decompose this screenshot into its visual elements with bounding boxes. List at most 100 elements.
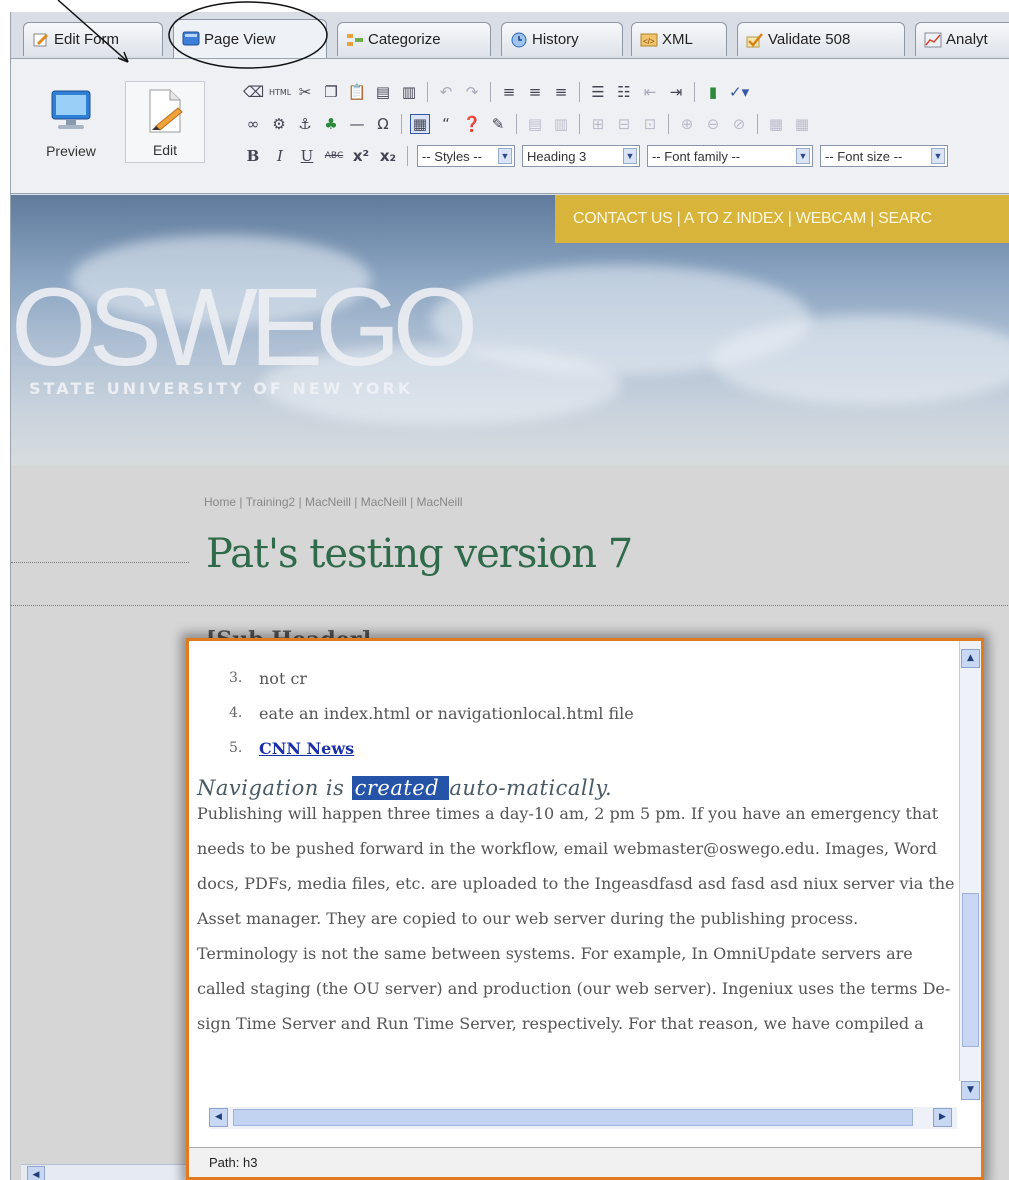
separator [516, 114, 517, 134]
tab-validate-508[interactable]: Validate 508 [737, 22, 905, 56]
cell-props-icon: ⊞ [591, 115, 605, 133]
align-left-icon[interactable]: ≡ [499, 83, 519, 101]
link-icon[interactable]: ∞ [243, 115, 263, 133]
editor-horizontal-scrollbar[interactable]: ◀ ▶ [209, 1107, 957, 1129]
scroll-up-icon[interactable]: ▲ [961, 649, 980, 668]
separator [407, 146, 408, 166]
tab-categorize[interactable]: Categorize [337, 22, 491, 56]
copy-icon[interactable]: ❐ [321, 83, 341, 101]
blockquote-icon[interactable]: “ [436, 115, 456, 133]
styles-value: -- Styles -- [422, 148, 482, 164]
media-icon[interactable]: ▮ [703, 83, 723, 101]
indent-icon[interactable]: ⇥ [666, 83, 686, 101]
paste-word-icon[interactable]: ▥ [399, 83, 419, 101]
image-icon[interactable]: ♣ [321, 115, 341, 133]
spellcheck-icon[interactable]: ✓▾ [729, 83, 749, 101]
page-horizontal-scrollbar[interactable]: ◀ [21, 1164, 197, 1180]
cnn-news-link[interactable]: CNN News [259, 739, 354, 758]
edit-document-icon [149, 89, 183, 133]
styles-select[interactable]: -- Styles -- ▼ [417, 145, 515, 167]
font-family-select[interactable]: -- Font family -- ▼ [647, 145, 813, 167]
editor-body[interactable]: 3. not cr 4. eate an index.html or navigat… [189, 641, 961, 1081]
help-icon[interactable]: ❓ [462, 115, 482, 133]
list-number: 5. [229, 740, 243, 756]
edit-label: Edit [152, 142, 178, 158]
ordered-list: 3. not cr 4. eate an index.html or navigat… [189, 661, 961, 766]
cut-icon[interactable]: ✂ [295, 83, 315, 101]
table-row-icon: ▤ [527, 115, 543, 133]
tab-xml[interactable]: </> XML [631, 22, 727, 56]
tab-analytics[interactable]: Analyt [915, 22, 1009, 56]
site-logo[interactable]: OSWEGO [11, 273, 478, 383]
utility-links[interactable]: CONTACT US | A TO Z INDEX | WEBCAM | SEA… [555, 195, 1009, 243]
page-title: Pat's testing version 7 [206, 531, 633, 577]
italic-icon[interactable]: I [270, 147, 290, 165]
tab-history[interactable]: History [501, 22, 623, 56]
scroll-left-icon[interactable]: ◀ [209, 1108, 228, 1127]
underline-icon[interactable]: U [297, 147, 317, 165]
list-item[interactable]: 5. CNN News [189, 731, 961, 766]
undo-icon[interactable]: ↶ [436, 83, 456, 101]
editor-vertical-scrollbar[interactable]: ▲ ▼ [959, 641, 981, 1100]
superscript-icon[interactable]: x² [351, 147, 371, 165]
body-paragraph[interactable]: Publishing will happen three times a day… [189, 796, 961, 1041]
bullet-list-icon[interactable]: ☷ [614, 83, 634, 101]
edit-source-icon[interactable]: ✎ [488, 115, 508, 133]
tab-label: Validate 508 [768, 31, 851, 48]
toolbar-row-1: ⌫ HTML ✂ ❐ 📋 ▤ ▥ ↶ ↷ ≡ ≡ ≡ ☰ ☷ ⇤ ⇥ ▮ ✓▾ [243, 79, 749, 105]
strikethrough-icon[interactable]: ABC [324, 151, 344, 161]
eraser-icon[interactable]: ⌫ [243, 83, 264, 101]
categorize-icon [347, 33, 363, 46]
paste-text-icon[interactable]: ▤ [373, 83, 393, 101]
scroll-down-icon[interactable]: ▼ [961, 1081, 980, 1100]
tab-label: Page View [204, 30, 276, 48]
subscript-icon[interactable]: x₂ [378, 147, 398, 165]
redo-icon[interactable]: ↷ [462, 83, 482, 101]
font-family-value: -- Font family -- [652, 148, 741, 164]
tab-page-view[interactable]: Page View [173, 19, 327, 58]
chart-icon [924, 32, 942, 47]
list-item[interactable]: 3. not cr [189, 661, 961, 696]
tab-edit-form[interactable]: Edit Form [23, 22, 163, 56]
cloud-shape [711, 315, 1009, 405]
list-item[interactable]: 4. eate an index.html or navigationlocal.… [189, 696, 961, 731]
heading-select[interactable]: Heading 3 ▼ [522, 145, 640, 167]
rich-text-editor[interactable]: 3. not cr 4. eate an index.html or navigat… [186, 638, 984, 1180]
edit-button[interactable]: Edit [125, 81, 205, 163]
paste-icon[interactable]: 📋 [347, 83, 367, 101]
merge-cells-icon: ⊟ [617, 115, 631, 133]
html-icon[interactable]: HTML [269, 88, 291, 97]
list-number: 3. [229, 670, 243, 686]
bold-icon[interactable]: B [243, 147, 263, 165]
preview-label: Preview [46, 143, 96, 159]
tab-label: XML [662, 31, 693, 48]
scroll-left-icon[interactable]: ◀ [27, 1166, 45, 1180]
align-right-icon[interactable]: ≡ [551, 83, 571, 101]
outdent-icon[interactable]: ⇤ [640, 83, 660, 101]
preview-button[interactable]: Preview [31, 81, 111, 163]
row-props-icon: ▦ [768, 115, 784, 133]
insert-col-icon: ⊖ [706, 115, 720, 133]
special-char-icon[interactable]: Ω [373, 115, 393, 133]
site-banner: CONTACT US | A TO Z INDEX | WEBCAM | SEA… [11, 195, 1009, 465]
table-icon[interactable]: ▦ [410, 114, 430, 134]
horizontal-rule-icon[interactable]: — [347, 115, 367, 133]
edit-form-icon [33, 33, 49, 46]
separator [668, 114, 669, 134]
anchor-icon[interactable]: ⚓ [295, 115, 315, 133]
svg-text:</>: </> [643, 37, 655, 46]
toolbar-row-3: B I U ABC x² x₂ -- Styles -- ▼ Heading 3 ▼… [243, 143, 948, 169]
breadcrumb[interactable]: Home | Training2 | MacNeill | MacNeill |… [204, 495, 463, 509]
scroll-right-icon[interactable]: ▶ [933, 1108, 952, 1127]
scroll-thumb[interactable] [962, 893, 979, 1047]
scroll-thumb[interactable] [233, 1109, 913, 1126]
monitor-icon [51, 90, 91, 129]
separator [490, 82, 491, 102]
align-center-icon[interactable]: ≡ [525, 83, 545, 101]
unlink-icon[interactable]: ⚙ [269, 115, 289, 133]
font-size-select[interactable]: -- Font size -- ▼ [820, 145, 948, 167]
chevron-down-icon: ▼ [931, 148, 945, 164]
list-text: not cr [259, 669, 308, 688]
delete-row-icon: ⊘ [732, 115, 746, 133]
ordered-list-icon[interactable]: ☰ [588, 83, 608, 101]
